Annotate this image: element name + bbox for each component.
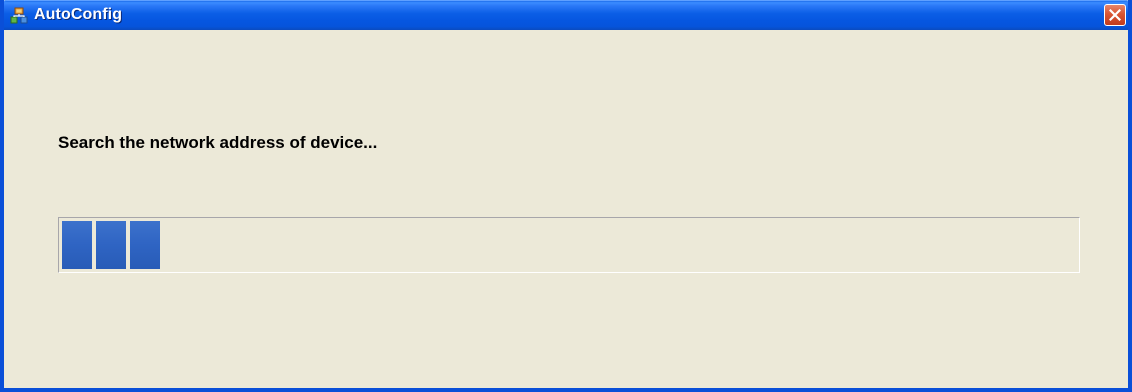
progress-block [96,221,126,269]
close-icon [1109,9,1121,21]
window-title: AutoConfig [34,6,123,23]
app-network-icon [10,7,28,25]
autoconfig-dialog: AutoConfig Search the network address of… [0,0,1132,392]
progress-block [130,221,160,269]
close-button[interactable] [1104,4,1126,26]
progress-bar [58,217,1080,273]
progress-block [62,221,92,269]
progress-fill [62,221,160,269]
status-message: Search the network address of device... [58,133,378,152]
progress-track [62,221,1076,269]
title-bar[interactable]: AutoConfig [4,0,1128,30]
